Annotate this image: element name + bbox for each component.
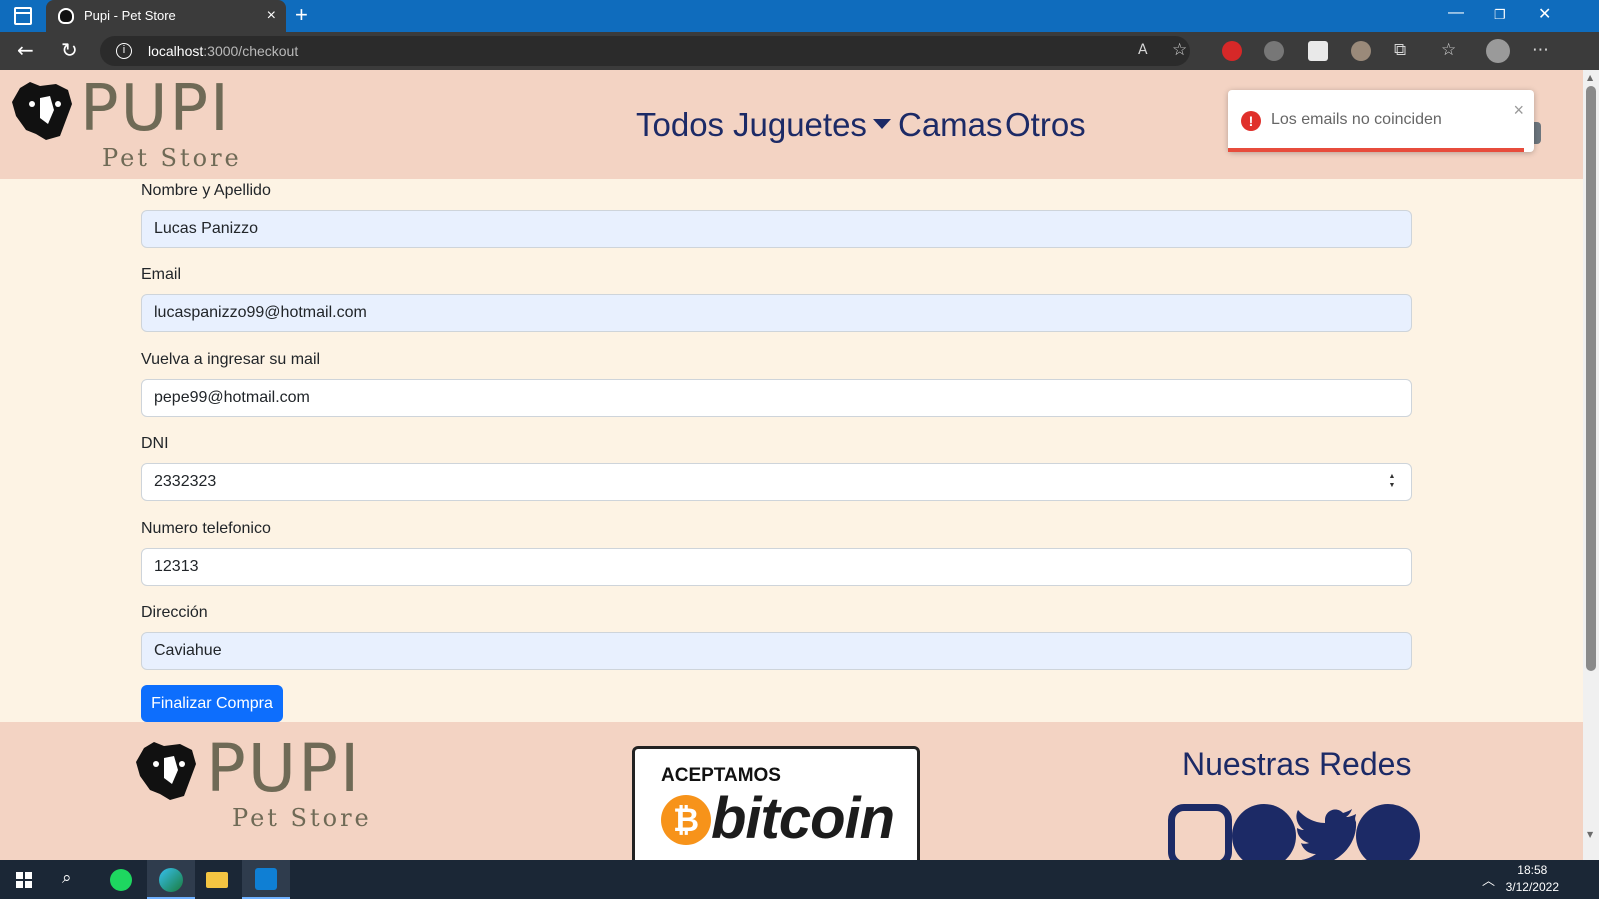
windows-taskbar: ⌕ ︿ 18:58 3/12/2022	[0, 860, 1599, 899]
dni-input[interactable]: 2332323 ▲ ▼	[141, 463, 1412, 501]
footer-brand-text: PUPI	[206, 730, 362, 807]
nav-todos[interactable]: Todos	[636, 106, 724, 144]
adblock-extension-icon[interactable]	[1222, 41, 1242, 61]
site-info-icon[interactable]: i	[116, 43, 132, 59]
email-input[interactable]: lucaspanizzo99@hotmail.com	[141, 294, 1412, 332]
extensions-puzzle-icon[interactable]: ⧉	[1394, 40, 1406, 60]
nav-camas[interactable]: Camas	[898, 106, 1003, 144]
footer-logo[interactable]: PUPI Pet Store	[134, 730, 394, 840]
name-input[interactable]: Lucas Panizzo	[141, 210, 1412, 248]
favorite-add-icon[interactable]: ☆	[1172, 40, 1187, 60]
logo-sub-text: Pet Store	[102, 144, 242, 172]
nav-juguetes[interactable]: Juguetes	[733, 106, 891, 144]
address-toolbar: ← ↻ i localhost:3000/checkout A ☆ ⧉ ☆ ⋯	[0, 32, 1599, 70]
address-label: Dirección	[141, 604, 208, 621]
more-menu-icon[interactable]: ⋯	[1532, 40, 1549, 60]
tab-actions-icon[interactable]	[14, 7, 32, 25]
system-clock[interactable]: 18:58 3/12/2022	[1506, 862, 1559, 896]
browser-tab-bar: Pupi - Pet Store × + — ❐ ✕	[0, 0, 1599, 32]
nav-otros[interactable]: Otros	[1005, 106, 1086, 144]
vscode-icon	[255, 868, 277, 890]
favorites-icon[interactable]: ☆	[1441, 40, 1456, 60]
page-viewport: PUPI Pet Store Todos Juguetes Camas Otro…	[0, 70, 1583, 860]
error-icon: !	[1241, 111, 1261, 131]
email-label: Email	[141, 266, 182, 283]
url-field[interactable]: i localhost:3000/checkout	[100, 36, 1190, 66]
bitcoin-coin-icon: ₿	[661, 795, 711, 845]
tab-close-icon[interactable]: ×	[267, 0, 276, 32]
caret-down-icon	[872, 119, 891, 130]
bitcoin-badge: ACEPTAMOS ₿ bitcoin	[632, 746, 920, 860]
search-icon[interactable]: ⌕	[62, 868, 72, 888]
social-title: Nuestras Redes	[1182, 746, 1412, 782]
clock-time: 18:58	[1517, 863, 1548, 877]
profile-avatar-icon[interactable]	[1486, 39, 1510, 63]
edge-taskbar-button[interactable]	[147, 860, 195, 899]
phone-input[interactable]: 12313	[141, 548, 1412, 586]
spotify-icon[interactable]	[110, 869, 132, 891]
file-explorer-icon[interactable]	[206, 872, 228, 888]
site-footer: PUPI Pet Store ACEPTAMOS ₿ bitcoin Nuest…	[0, 722, 1583, 860]
email-confirm-label: Vuelva a ingresar su mail	[141, 351, 321, 368]
twitter-icon[interactable]	[1294, 808, 1358, 860]
telegram-icon[interactable]	[1356, 804, 1420, 860]
edge-icon	[159, 868, 183, 892]
logo-brand-text: PUPI	[80, 72, 231, 146]
tab-title: Pupi - Pet Store	[84, 8, 176, 23]
scroll-thumb[interactable]	[1586, 86, 1596, 671]
vscode-taskbar-button[interactable]	[242, 860, 290, 899]
extension-icon[interactable]	[1351, 41, 1371, 61]
tray-chevron-icon[interactable]: ︿	[1482, 870, 1495, 889]
address-input[interactable]: Caviahue	[141, 632, 1412, 670]
minimize-button[interactable]: —	[1448, 4, 1464, 22]
extension-icon[interactable]	[1264, 41, 1284, 61]
number-spinner-icon[interactable]: ▲ ▼	[1387, 472, 1397, 490]
error-toast: ! Los emails no coinciden ×	[1228, 90, 1534, 152]
read-aloud-icon[interactable]: A	[1138, 42, 1148, 58]
nav-juguetes-label: Juguetes	[733, 106, 867, 143]
windows-start-icon[interactable]	[16, 872, 32, 888]
url-path: :3000/checkout	[203, 43, 299, 59]
new-tab-button[interactable]: +	[295, 2, 308, 28]
instagram-icon[interactable]	[1168, 804, 1232, 860]
site-logo[interactable]: PUPI Pet Store	[10, 72, 250, 172]
extension-icon[interactable]	[1308, 41, 1328, 61]
footer-sub-text: Pet Store	[232, 804, 372, 832]
browser-tab[interactable]: Pupi - Pet Store ×	[46, 0, 286, 32]
bitcoin-word: bitcoin	[711, 786, 895, 851]
dog-logo-icon	[12, 82, 72, 140]
dni-label: DNI	[141, 435, 169, 452]
refresh-icon[interactable]: ↻	[61, 38, 78, 62]
clock-date: 3/12/2022	[1505, 880, 1559, 894]
dni-value: 2332323	[154, 473, 217, 490]
url-host: localhost	[148, 43, 204, 59]
back-arrow-icon[interactable]: ←	[17, 38, 34, 62]
bitcoin-accept-text: ACEPTAMOS	[661, 765, 781, 786]
toast-progress-bar	[1228, 148, 1524, 152]
name-label: Nombre y Apellido	[141, 182, 271, 199]
email-confirm-input[interactable]: pepe99@hotmail.com	[141, 379, 1412, 417]
phone-label: Numero telefonico	[141, 520, 271, 537]
scroll-down-icon[interactable]: ▼	[1587, 830, 1593, 839]
scroll-up-icon[interactable]: ▲	[1587, 73, 1593, 82]
toast-message: Los emails no coinciden	[1271, 111, 1442, 128]
facebook-icon[interactable]	[1232, 804, 1296, 860]
finish-purchase-button[interactable]: Finalizar Compra	[141, 685, 283, 722]
toast-close-icon[interactable]: ×	[1513, 100, 1524, 121]
page-scrollbar[interactable]: ▲ ▼	[1583, 70, 1599, 860]
dog-favicon-icon	[58, 8, 74, 24]
close-window-button[interactable]: ✕	[1538, 4, 1551, 24]
restore-button[interactable]: ❐	[1494, 7, 1506, 23]
dog-logo-icon	[136, 742, 196, 800]
